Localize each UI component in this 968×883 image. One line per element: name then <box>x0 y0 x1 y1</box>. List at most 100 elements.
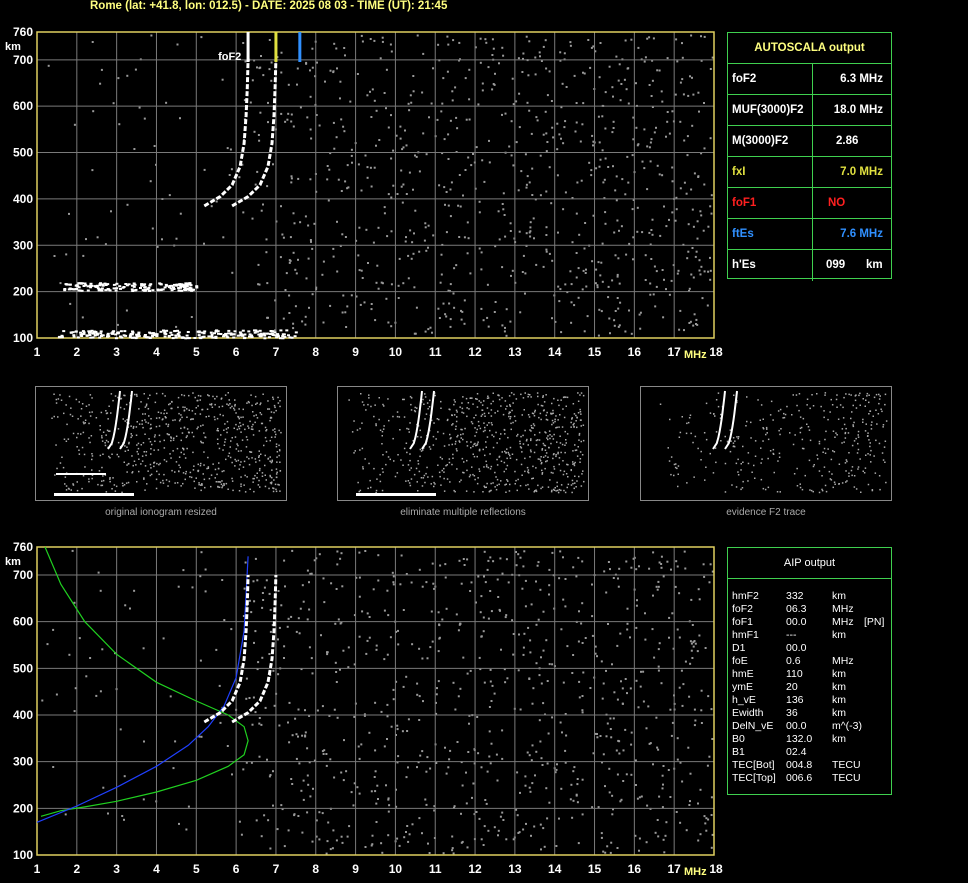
noise-dot <box>306 774 309 777</box>
thumb-dot <box>184 406 186 409</box>
thumb-dot <box>138 423 141 425</box>
thumb-dot <box>516 489 518 492</box>
noise-dot <box>311 293 314 296</box>
noise-dot <box>293 222 296 225</box>
thumb-dot <box>551 402 553 405</box>
noise-dot <box>575 102 578 104</box>
noise-dot <box>648 36 651 39</box>
thumb-dot <box>469 397 471 399</box>
noise-dot <box>242 42 245 44</box>
thumb-dot <box>544 449 547 451</box>
thumb-dot <box>529 394 531 396</box>
noise-dot <box>573 74 576 77</box>
thumb-dot <box>865 454 867 456</box>
data-point <box>97 288 101 291</box>
thumb-dot <box>533 451 536 454</box>
thumb-dot <box>424 418 426 420</box>
noise-dot <box>377 226 380 229</box>
thumb-dot <box>227 392 229 394</box>
data-point <box>191 288 195 291</box>
noise-dot <box>55 693 58 696</box>
thumb-dot <box>130 436 132 439</box>
thumb-dot <box>183 409 186 411</box>
noise-dot <box>368 616 371 618</box>
thumb-dot <box>181 432 184 434</box>
thumb-dot <box>875 439 877 442</box>
noise-dot <box>670 279 673 282</box>
thumb-dot <box>69 413 72 416</box>
noise-dot <box>268 68 271 71</box>
noise-dot <box>523 550 526 553</box>
data-point <box>88 284 92 287</box>
thumb-dot <box>537 403 539 406</box>
noise-dot <box>268 39 271 41</box>
noise-dot <box>548 568 551 571</box>
noise-dot <box>462 656 465 659</box>
thumb-dot <box>506 464 509 467</box>
thumb-dot <box>697 447 699 450</box>
aip-value: 004.8 <box>786 759 813 771</box>
thumb-dot <box>500 433 502 435</box>
data-point <box>130 333 134 336</box>
noise-dot <box>535 750 538 753</box>
thumb-dot <box>438 471 441 474</box>
noise-dot <box>389 636 392 639</box>
x-tick-label: 9 <box>352 345 359 359</box>
thumb-dot <box>557 419 559 421</box>
noise-dot <box>187 805 190 808</box>
thumb-dot <box>736 436 738 438</box>
noise-dot <box>240 833 243 836</box>
data-point <box>163 335 167 338</box>
thumb-dot <box>456 416 458 418</box>
noise-dot <box>365 652 368 655</box>
noise-dot <box>636 797 639 800</box>
thumb-dot <box>715 461 717 464</box>
thumb-dot <box>804 474 806 477</box>
noise-dot <box>478 817 481 820</box>
thumb-dot <box>102 479 105 482</box>
noise-dot <box>657 748 660 751</box>
noise-dot <box>703 815 706 818</box>
x-tick-label: 14 <box>548 345 562 359</box>
thumb-dot <box>845 427 847 430</box>
thumb-dot <box>185 470 187 473</box>
noise-dot <box>706 764 709 767</box>
noise-dot <box>322 260 325 263</box>
thumb-dot <box>144 419 146 421</box>
thumb-dot <box>147 470 149 472</box>
thumb-dot <box>471 397 473 399</box>
thumb-dot <box>803 447 805 450</box>
thumb-dot <box>121 491 123 494</box>
thumb-dot <box>160 412 162 414</box>
data-point <box>114 289 118 292</box>
noise-dot <box>476 716 479 718</box>
noise-dot <box>318 811 321 814</box>
thumb-dot <box>508 490 511 492</box>
noise-dot <box>671 166 674 169</box>
thumb-dot <box>766 432 768 434</box>
thumb-dot <box>368 397 370 399</box>
noise-dot <box>52 766 55 768</box>
noise-dot <box>383 212 386 215</box>
thumb-dot <box>363 404 365 406</box>
thumb-dot <box>76 481 78 483</box>
thumb-dot <box>62 466 65 469</box>
thumb-dot <box>178 464 180 466</box>
thumb-dot <box>531 427 533 429</box>
noise-dot <box>248 599 251 602</box>
thumb-dot <box>91 477 93 480</box>
thumb-dot <box>242 416 244 418</box>
thumb-dot <box>498 483 500 486</box>
thumb-dot <box>236 443 238 445</box>
thumb-dot <box>75 398 78 401</box>
noise-dot <box>361 277 364 279</box>
thumb-dot <box>109 457 111 459</box>
thumb-dot <box>802 417 805 420</box>
thumb-dot <box>440 484 442 486</box>
thumb-dot <box>203 478 206 481</box>
thumb-dot <box>521 451 523 453</box>
thumb-dot <box>140 444 142 446</box>
thumb-dot <box>714 415 716 417</box>
thumb-dot <box>279 470 281 472</box>
noise-dot <box>437 650 440 653</box>
